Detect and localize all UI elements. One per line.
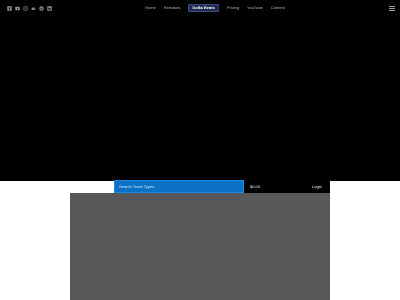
nav-youtube[interactable]: YouTube [247, 5, 263, 11]
menu-icon[interactable] [389, 6, 395, 11]
nav-careers[interactable]: Careers [271, 5, 285, 11]
hero-banner [0, 0, 400, 181]
instagram-icon[interactable] [23, 6, 28, 11]
facebook-icon[interactable] [7, 6, 12, 11]
social-links [7, 6, 52, 11]
nav-doba-beats-active[interactable]: DoBa Beats [188, 4, 219, 12]
soundcloud-icon[interactable] [31, 6, 36, 11]
main-navigation: Home Releases DoBa Beats Pricing YouTube… [145, 4, 285, 12]
page: Home Releases DoBa Beats Pricing YouTube… [0, 0, 400, 300]
top-navigation-bar: Home Releases DoBa Beats Pricing YouTube… [0, 0, 400, 17]
nav-home[interactable]: Home [145, 5, 156, 11]
search-and-cart-bar: Search Track Types $0.00 Login [114, 180, 330, 193]
search-input[interactable]: Search Track Types [114, 180, 244, 193]
nav-pricing[interactable]: Pricing [227, 5, 239, 11]
nav-releases[interactable]: Releases [164, 5, 181, 11]
pinterest-icon[interactable] [39, 6, 44, 11]
main-content-area [70, 193, 330, 300]
login-link[interactable]: Login [312, 180, 322, 193]
youtube-icon[interactable] [15, 6, 20, 11]
cart-total[interactable]: $0.00 [250, 180, 260, 193]
linkedin-icon[interactable] [47, 6, 52, 11]
